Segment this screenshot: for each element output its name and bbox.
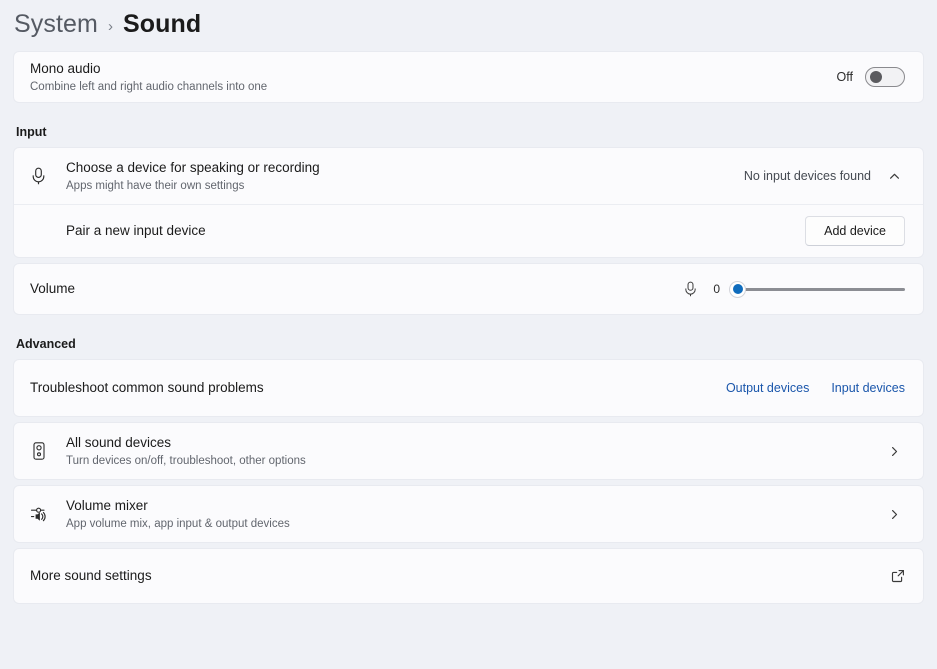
all-sound-devices-title: All sound devices xyxy=(66,434,883,452)
advanced-section-label: Advanced xyxy=(16,337,924,351)
breadcrumb-root-link[interactable]: System xyxy=(14,10,98,39)
troubleshoot-card: Troubleshoot common sound problems Outpu… xyxy=(13,359,924,417)
volume-mixer-texts: Volume mixer App volume mix, app input &… xyxy=(66,497,883,532)
mono-audio-title: Mono audio xyxy=(30,60,837,78)
chevron-right-icon: › xyxy=(108,16,113,34)
troubleshoot-title: Troubleshoot common sound problems xyxy=(30,379,726,397)
volume-row: Volume 0 xyxy=(14,264,923,314)
microphone-icon xyxy=(30,166,66,186)
chevron-right-icon[interactable] xyxy=(883,503,905,525)
more-sound-settings-card[interactable]: More sound settings xyxy=(13,548,924,604)
chevron-right-icon[interactable] xyxy=(883,440,905,462)
choose-device-right: No input devices found xyxy=(744,165,905,187)
volume-mixer-subtitle: App volume mix, app input & output devic… xyxy=(66,516,883,532)
more-sound-settings-row[interactable]: More sound settings xyxy=(14,549,923,603)
settings-page: System › Sound Mono audio Combine left a… xyxy=(0,0,937,669)
link-output-devices[interactable]: Output devices xyxy=(726,381,809,395)
page-title: Sound xyxy=(123,10,201,39)
pair-device-texts: Pair a new input device xyxy=(66,222,805,240)
more-sound-settings-right xyxy=(891,569,905,583)
choose-device-value: No input devices found xyxy=(744,169,871,183)
troubleshoot-links: Output devices Input devices xyxy=(726,381,905,395)
choose-device-title: Choose a device for speaking or recordin… xyxy=(66,159,744,177)
add-device-button[interactable]: Add device xyxy=(805,216,905,246)
volume-slider[interactable] xyxy=(730,280,905,298)
slider-track xyxy=(730,288,905,291)
external-link-icon[interactable] xyxy=(891,569,905,583)
mono-audio-toggle-state: Off xyxy=(837,70,853,84)
chevron-up-icon[interactable] xyxy=(883,165,905,187)
pair-device-title: Pair a new input device xyxy=(66,222,805,240)
slider-thumb[interactable] xyxy=(729,281,746,298)
mono-audio-control: Off xyxy=(837,67,905,87)
link-input-devices[interactable]: Input devices xyxy=(831,381,905,395)
mono-audio-card: Mono audio Combine left and right audio … xyxy=(13,51,924,103)
more-sound-settings-title: More sound settings xyxy=(30,567,891,585)
volume-mixer-row[interactable]: Volume mixer App volume mix, app input &… xyxy=(14,486,923,542)
input-device-group: Choose a device for speaking or recordin… xyxy=(13,147,924,258)
troubleshoot-link-group: Output devices Input devices xyxy=(726,381,905,395)
mono-audio-subtitle: Combine left and right audio channels in… xyxy=(30,79,837,95)
mono-audio-texts: Mono audio Combine left and right audio … xyxy=(30,60,837,95)
pair-device-right: Add device xyxy=(805,216,905,246)
mono-audio-toggle-wrap[interactable]: Off xyxy=(837,67,905,87)
troubleshoot-row: Troubleshoot common sound problems Outpu… xyxy=(14,360,923,416)
input-section-label: Input xyxy=(16,125,924,139)
volume-mixer-title: Volume mixer xyxy=(66,497,883,515)
volume-title: Volume xyxy=(30,280,683,298)
mono-audio-row[interactable]: Mono audio Combine left and right audio … xyxy=(14,52,923,102)
choose-device-row-wrap: Choose a device for speaking or recordin… xyxy=(14,148,923,205)
volume-texts: Volume xyxy=(30,280,683,298)
all-sound-devices-row[interactable]: All sound devices Turn devices on/off, t… xyxy=(14,423,923,479)
more-sound-settings-texts: More sound settings xyxy=(30,567,891,585)
mono-audio-toggle[interactable] xyxy=(865,67,905,87)
volume-mixer-icon xyxy=(30,504,66,524)
pair-device-row-wrap: Pair a new input device Add device xyxy=(14,205,923,257)
all-sound-devices-texts: All sound devices Turn devices on/off, t… xyxy=(66,434,883,469)
volume-card: Volume 0 xyxy=(13,263,924,315)
all-sound-devices-right xyxy=(883,440,905,462)
choose-device-row[interactable]: Choose a device for speaking or recordin… xyxy=(14,148,923,204)
speaker-device-icon xyxy=(30,441,66,461)
all-sound-devices-card[interactable]: All sound devices Turn devices on/off, t… xyxy=(13,422,924,480)
pair-device-row: Pair a new input device Add device xyxy=(14,205,923,257)
microphone-icon xyxy=(683,280,698,298)
troubleshoot-texts: Troubleshoot common sound problems xyxy=(30,379,726,397)
toggle-knob xyxy=(870,71,882,83)
all-sound-devices-subtitle: Turn devices on/off, troubleshoot, other… xyxy=(66,453,883,469)
volume-mixer-card[interactable]: Volume mixer App volume mix, app input &… xyxy=(13,485,924,543)
volume-mixer-right xyxy=(883,503,905,525)
choose-device-texts: Choose a device for speaking or recordin… xyxy=(66,159,744,194)
volume-slider-wrap: 0 xyxy=(683,280,905,298)
breadcrumb: System › Sound xyxy=(14,0,924,51)
choose-device-subtitle: Apps might have their own settings xyxy=(66,178,744,194)
volume-control: 0 xyxy=(683,280,905,298)
volume-value: 0 xyxy=(708,282,720,296)
